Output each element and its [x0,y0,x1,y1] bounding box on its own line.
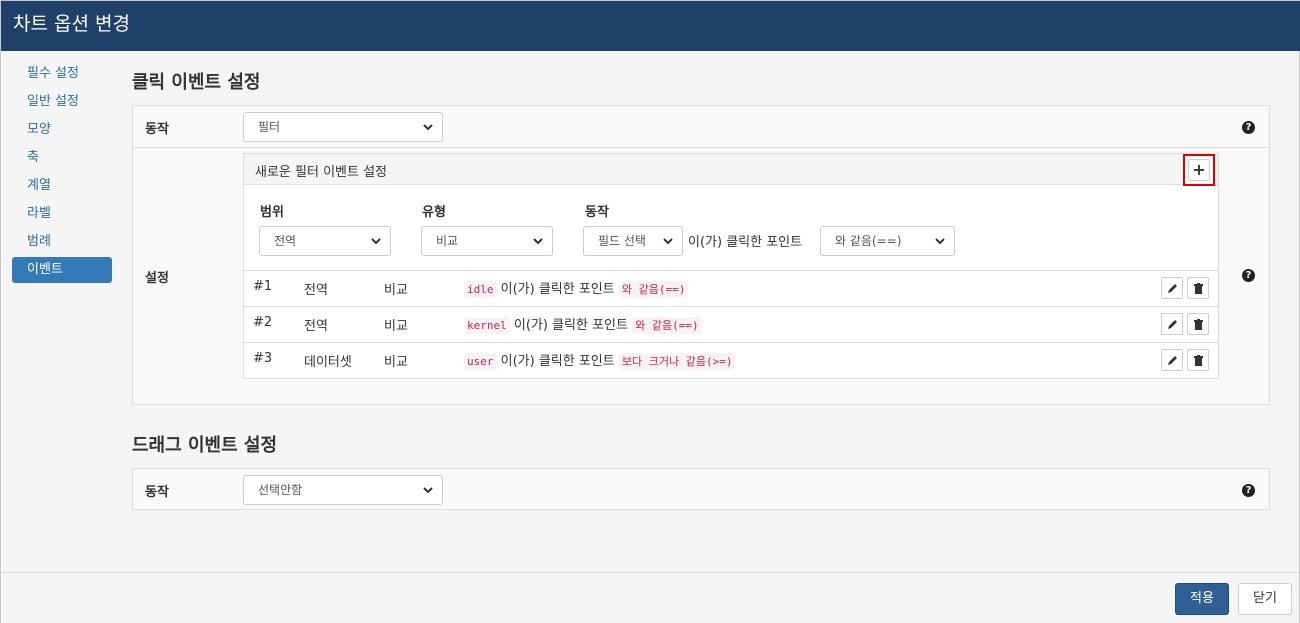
pencil-icon [1168,356,1177,365]
rule-index: #2 [253,315,273,330]
click-action-select[interactable]: 필터 [243,112,443,142]
drag-action-label: 동작 [145,485,169,500]
click-action-value: 필터 [258,120,281,134]
type-label: 유형 [422,205,446,220]
drag-action-value: 선택안함 [258,483,303,497]
filter-panel-header: 새로운 필터 이벤트 설정 [244,154,1218,185]
delete-button[interactable] [1187,277,1209,299]
edit-button[interactable] [1161,277,1183,299]
type-select[interactable]: 비교 [421,226,553,256]
sidebar-item-series[interactable]: 계열 [12,173,112,199]
filter-panel-title: 새로운 필터 이벤트 설정 [255,165,387,180]
chevron-down-icon [663,238,673,245]
rule-text: 이(가) 클릭한 포인트 [500,354,615,369]
drag-section-title: 드래그 이벤트 설정 [132,435,278,456]
sidebar-item-general[interactable]: 일반 설정 [12,89,112,115]
help-icon[interactable]: ? [1242,121,1255,134]
chevron-down-icon [423,487,433,494]
rule-condition: idle 이(가) 클릭한 포인트 와 같음(==) [464,278,689,298]
sidebar-item-legend[interactable]: 범례 [12,229,112,255]
table-row: #2 전역 비교 kernel 이(가) 클릭한 포인트 와 같음(==) [244,306,1218,342]
pencil-icon [1168,284,1177,293]
chevron-down-icon [371,238,381,245]
rule-text: 이(가) 클릭한 포인트 [500,282,615,297]
click-action-label: 동작 [145,122,169,137]
field-value: 필드 선택 [598,234,646,248]
field-select[interactable]: 필드 선택 [583,226,683,256]
table-row: #1 전역 비교 idle 이(가) 클릭한 포인트 와 같음(==) [244,270,1218,306]
delete-button[interactable] [1187,313,1209,335]
scope-value: 전역 [274,234,297,248]
edit-button[interactable] [1161,349,1183,371]
action-label: 동작 [585,205,609,220]
dialog-footer: 적용 닫기 [1,572,1299,623]
rule-index: #1 [253,279,273,294]
rule-operator: 와 같음(==) [632,317,702,334]
trash-icon [1194,355,1203,366]
pencil-icon [1168,320,1177,329]
trash-icon [1194,283,1203,294]
rule-field: user [464,353,497,370]
edit-button[interactable] [1161,313,1183,335]
click-settings-panel: 동작 필터 ? 설정 ? 새로운 필터 이벤트 설정 + 범위 유형 동작 전역 [132,105,1270,405]
rule-type: 비교 [384,283,408,298]
sidebar-item-label[interactable]: 라벨 [12,201,112,227]
chevron-down-icon [423,124,433,131]
sidebar-item-event[interactable]: 이벤트 [12,257,112,283]
apply-button[interactable]: 적용 [1175,583,1229,615]
dialog-title: 차트 옵션 변경 [1,1,1300,51]
sidebar-item-required[interactable]: 필수 설정 [12,61,112,87]
chevron-down-icon [935,238,945,245]
sidebar-item-axis[interactable]: 축 [12,145,112,171]
rule-scope: 전역 [304,283,328,298]
rule-condition: user 이(가) 클릭한 포인트 보다 크거나 같음(>=) [464,350,736,370]
type-value: 비교 [436,234,459,248]
rule-scope: 데이터셋 [304,355,352,370]
rule-type: 비교 [384,319,408,334]
operator-value: 와 같음(==) [835,234,902,248]
close-button[interactable]: 닫기 [1238,583,1292,615]
trash-icon [1194,319,1203,330]
add-filter-button[interactable]: + [1183,154,1215,186]
rule-index: #3 [253,351,273,366]
help-icon[interactable]: ? [1242,484,1255,497]
drag-action-select[interactable]: 선택안함 [243,475,443,505]
chart-options-dialog: 차트 옵션 변경 필수 설정 일반 설정 모양 축 계열 라벨 범례 이벤트 클… [0,0,1300,623]
sidebar: 필수 설정 일반 설정 모양 축 계열 라벨 범례 이벤트 [12,61,112,285]
filter-event-panel: 새로운 필터 이벤트 설정 + 범위 유형 동작 전역 비교 필드 선택 이(가… [243,153,1219,379]
chevron-down-icon [533,238,543,245]
operator-select[interactable]: 와 같음(==) [820,226,955,256]
delete-button[interactable] [1187,349,1209,371]
sidebar-item-shape[interactable]: 모양 [12,117,112,143]
rule-operator: 보다 크거나 같음(>=) [618,353,736,370]
rule-condition: kernel 이(가) 클릭한 포인트 와 같음(==) [464,314,702,334]
rule-text: 이(가) 클릭한 포인트 [513,318,628,333]
drag-settings-panel: 동작 선택안함 ? [132,468,1270,510]
settings-row: 새로운 필터 이벤트 설정 + 범위 유형 동작 전역 비교 필드 선택 이(가… [133,147,1269,404]
rule-operator: 와 같음(==) [618,281,689,298]
rule-field: idle [464,281,497,298]
scope-select[interactable]: 전역 [259,226,391,256]
clicked-point-text: 이(가) 클릭한 포인트 [688,235,803,250]
click-section-title: 클릭 이벤트 설정 [132,72,261,93]
rule-type: 비교 [384,355,408,370]
plus-icon: + [1188,159,1210,181]
rule-scope: 전역 [304,319,328,334]
table-row: #3 데이터셋 비교 user 이(가) 클릭한 포인트 보다 크거나 같음(>… [244,342,1218,378]
scope-label: 범위 [260,205,284,220]
rule-field: kernel [464,317,510,334]
